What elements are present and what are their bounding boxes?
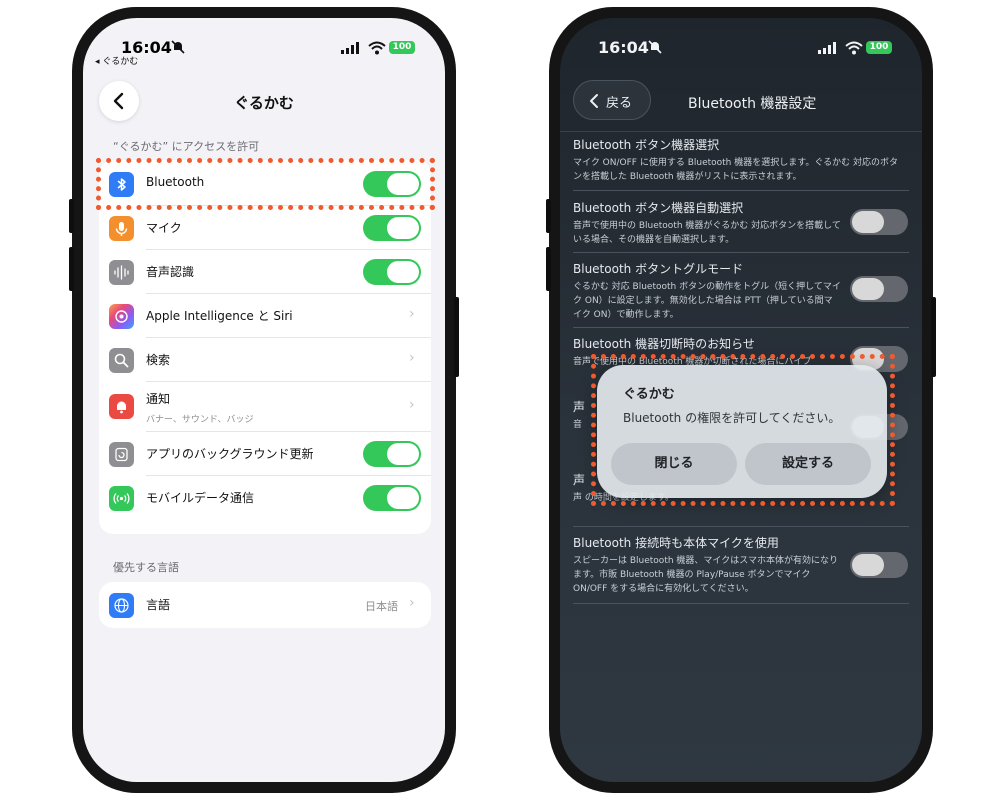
chevron-right-icon: ›: [409, 306, 415, 322]
background-refresh-toggle[interactable]: [363, 441, 421, 467]
side-button: [69, 247, 74, 291]
divider: [560, 131, 922, 132]
divider: [573, 252, 909, 253]
row-label: 通知: [146, 392, 171, 406]
page-title: ぐるかむ: [234, 94, 294, 112]
bluetooth-highlight-frame: [96, 158, 435, 210]
silent-bell-icon: [648, 40, 662, 54]
cellular-icon: [109, 486, 134, 511]
right-phone: 16:04 100 戻る Bluetooth 機器設定 Bluetooth ボタ…: [546, 7, 936, 793]
chevron-right-icon: ›: [409, 397, 415, 413]
row-search[interactable]: 検索 ›: [99, 338, 431, 382]
setting-description: 音声で使用中の Bluetooth 機器がぐるかむ 対応ボタンを搭載している場合…: [573, 221, 841, 245]
speech-recognition-toggle[interactable]: [363, 259, 421, 285]
status-bar: 16:04 100: [560, 18, 922, 66]
dialog-highlight-frame: [591, 354, 895, 506]
row-mobile-data[interactable]: モバイルデータ通信: [99, 476, 431, 520]
language-value: 日本語: [365, 600, 398, 613]
auto-select-toggle[interactable]: [850, 209, 908, 235]
background-refresh-icon: [109, 442, 134, 467]
microphone-icon: [109, 216, 134, 241]
side-button: [69, 199, 74, 233]
status-time: 16:04: [598, 38, 649, 57]
microphone-toggle[interactable]: [363, 215, 421, 241]
row-speech-recognition[interactable]: 音声認識: [99, 250, 431, 294]
row-label: アプリのバックグラウンド更新: [146, 447, 314, 461]
status-bar: 16:04 ◂ ぐるかむ 100: [83, 18, 445, 67]
section-header-access: “ぐるかむ” にアクセスを許可: [113, 140, 260, 153]
battery-indicator: 100: [866, 41, 892, 54]
wifi-icon: [368, 41, 386, 55]
signal-icon: [818, 42, 836, 54]
back-to-app-link[interactable]: ◂ ぐるかむ: [95, 54, 138, 67]
chevron-right-icon: ›: [409, 350, 415, 366]
setting-title: Bluetooth 接続時も本体マイクを使用: [573, 536, 779, 550]
divider: [573, 327, 909, 328]
row-language[interactable]: 言語 日本語 ›: [99, 583, 431, 627]
divider: [573, 526, 909, 527]
side-button: [546, 199, 551, 233]
row-label: Apple Intelligence と Siri: [146, 309, 293, 323]
section-header-language: 優先する言語: [113, 561, 179, 574]
signal-icon: [341, 42, 359, 54]
divider: [573, 190, 909, 191]
setting-description: ぐるかむ 対応 Bluetooth ボタンの動作をトグル（短く押してマイク ON…: [573, 282, 841, 320]
row-background-refresh[interactable]: アプリのバックグラウンド更新: [99, 432, 431, 476]
setting-description: マイク ON/OFF に使用する Bluetooth 機器を選択します。ぐるかむ…: [573, 158, 899, 182]
row-label: モバイルデータ通信: [146, 491, 255, 505]
setting-title: Bluetooth ボタン機器選択: [573, 138, 720, 152]
access-settings-group: Bluetooth マイク 音声認識 Apple Intelligence と …: [99, 160, 431, 534]
row-label: 検索: [146, 353, 171, 367]
waveform-icon: [109, 260, 134, 285]
row-label: 言語: [146, 598, 171, 612]
mobile-data-toggle[interactable]: [363, 485, 421, 511]
row-label: マイク: [146, 221, 182, 235]
setting-button-device-select[interactable]: Bluetooth ボタン機器選択 マイク ON/OFF に使用する Bluet…: [573, 136, 909, 184]
left-screen: 16:04 ◂ ぐるかむ 100 ぐるかむ “ぐるかむ” にアクセスを許可 Bl…: [83, 18, 445, 782]
notification-icon: [109, 394, 134, 419]
row-notifications[interactable]: 通知 バナー、サウンド、バッジ ›: [99, 382, 431, 432]
language-group: 言語 日本語 ›: [99, 582, 431, 628]
back-button[interactable]: 戻る: [573, 80, 651, 120]
setting-description: スピーカーは Bluetooth 機器、マイクはスマホ本体が有効になります。市販…: [573, 556, 838, 594]
globe-icon: [109, 593, 134, 618]
battery-indicator: 100: [389, 41, 415, 54]
silent-bell-icon: [171, 40, 185, 54]
chevron-left-icon: [590, 94, 598, 108]
row-sublabel: バナー、サウンド、バッジ: [146, 415, 254, 425]
power-button: [454, 297, 459, 377]
wifi-icon: [845, 41, 863, 55]
side-button: [546, 247, 551, 291]
use-builtin-mic-toggle[interactable]: [850, 552, 908, 578]
left-phone: 16:04 ◂ ぐるかむ 100 ぐるかむ “ぐるかむ” にアクセスを許可 Bl…: [69, 7, 459, 793]
siri-icon: [109, 304, 134, 329]
chevron-right-icon: ›: [409, 595, 415, 611]
row-label: 音声認識: [146, 265, 195, 279]
right-screen: 16:04 100 戻る Bluetooth 機器設定 Bluetooth ボタ…: [560, 18, 922, 782]
row-microphone[interactable]: マイク: [99, 206, 431, 250]
divider: [573, 603, 909, 604]
setting-title: Bluetooth ボタントグルモード: [573, 262, 744, 276]
search-icon: [109, 348, 134, 373]
row-apple-intelligence-siri[interactable]: Apple Intelligence と Siri ›: [99, 294, 431, 338]
toggle-mode-toggle[interactable]: [850, 276, 908, 302]
page-title: Bluetooth 機器設定: [688, 96, 817, 112]
power-button: [931, 297, 936, 377]
back-label: 戻る: [606, 96, 633, 111]
